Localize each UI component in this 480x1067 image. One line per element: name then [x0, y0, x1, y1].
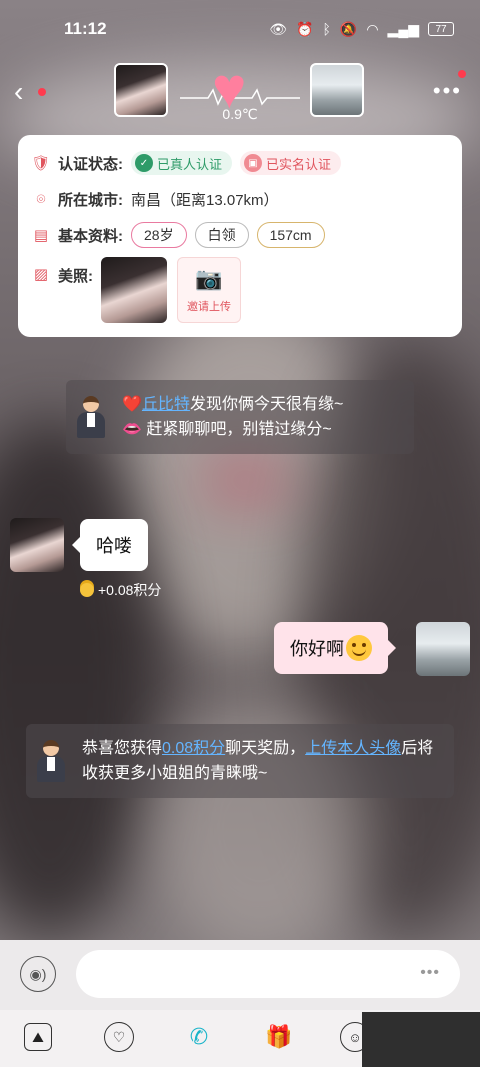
more-notification-dot [458, 70, 466, 78]
real-person-badge: ✓ 已真人认证 [131, 151, 233, 175]
age-tag: 28岁 [131, 222, 187, 248]
chat-header: ‹ ♥ 0.9℃ ••• [0, 58, 480, 130]
city-value: 南昌（距离13.07km） [131, 191, 279, 209]
overlay-block [362, 1012, 480, 1067]
intimacy-temperature: 0.9℃ [222, 106, 258, 122]
real-person-badge-label: 已真人认证 [157, 156, 223, 172]
profile-photo[interactable] [101, 257, 167, 323]
alarm-icon: ⏰ [296, 20, 314, 37]
points-link[interactable]: 0.08积分 [162, 740, 225, 757]
reward-message-text: 恭喜您获得0.08积分聊天奖励，上传本人头像后将收获更多小姐姐的青睐哦~ [82, 736, 444, 786]
incoming-message-bubble[interactable]: 哈喽 [72, 519, 148, 571]
basic-info-row: ▤ 基本资料: 28岁 白领 157cm [32, 217, 448, 253]
eye-icon: 👁 [269, 20, 288, 37]
occupation-tag: 白领 [194, 222, 249, 248]
back-notification-dot [38, 88, 46, 96]
like-icon[interactable]: ♡ [104, 1022, 134, 1052]
profile-info-card: 🛡 认证状态: ✓ 已真人认证 ▣ 已实名认证 ⌾ 所在城市: 南昌（距离13.… [18, 135, 462, 337]
battery-icon: 77 [428, 22, 454, 36]
partner-message-avatar[interactable] [10, 518, 64, 572]
heart-emoji: ❤️ [122, 396, 142, 413]
assistant-avatar-icon [76, 396, 106, 438]
id-card-icon: ▣ [244, 154, 263, 172]
more-options-icon[interactable]: ••• [433, 78, 462, 104]
invite-upload-button[interactable]: 📷 邀请上传 [177, 257, 241, 323]
battery-level: 77 [435, 23, 447, 35]
points-earned-text: +0.08积分 [98, 582, 162, 598]
status-bar: 11:12 👁 ⏰ ᛒ 🔕 ◠ ▂▄▆ 77 [0, 0, 480, 58]
cupid-message-text: ❤️丘比特发现你俩今天很有缘~ 👄 赶紧聊聊吧，别错过缘分~ [122, 392, 343, 442]
points-earned: +0.08积分 [80, 580, 161, 600]
status-icons: 👁 ⏰ ᛒ 🔕 ◠ ▂▄▆ 77 [269, 21, 454, 38]
video-call-icon[interactable]: ✆ [182, 1020, 216, 1054]
upload-avatar-link[interactable]: 上传本人头像 [305, 740, 401, 757]
height-tag: 157cm [256, 222, 325, 248]
face-verify-icon: ✓ [135, 154, 153, 172]
outgoing-message-text: 你好啊 [290, 639, 344, 659]
reward-middle: 聊天奖励， [225, 740, 306, 757]
wifi-icon: ◠ [366, 20, 379, 37]
my-message-avatar[interactable] [416, 622, 470, 676]
document-icon: ▤ [33, 227, 49, 244]
input-bar: ◉) ••• [0, 940, 480, 1010]
city-label: 所在城市: [58, 191, 123, 209]
real-name-badge-label: 已实名认证 [266, 156, 332, 172]
verification-label: 认证状态: [58, 155, 123, 173]
voice-input-icon[interactable]: ◉) [20, 956, 56, 992]
image-icon: ▨ [33, 266, 49, 283]
verification-row: 🛡 认证状态: ✓ 已真人认证 ▣ 已实名认证 [31, 145, 448, 181]
bluetooth-icon: ᛒ [322, 21, 331, 37]
city-row: ⌾ 所在城市: 南昌（距离13.07km） [32, 181, 448, 217]
status-time: 11:12 [64, 19, 107, 38]
intimacy-meter[interactable]: ♥ 0.9℃ [180, 60, 300, 130]
back-icon[interactable]: ‹ [14, 76, 23, 108]
cupid-line2-text: 👄 赶紧聊聊吧，别错过缘分~ [122, 421, 332, 438]
smiling-face-emoji [346, 635, 372, 661]
coin-icon [80, 583, 94, 597]
cupid-line1-text: 发现你俩今天很有缘~ [189, 396, 344, 413]
reward-system-message: 恭喜您获得0.08积分聊天奖励，上传本人头像后将收获更多小姐姐的青睐哦~ [26, 724, 454, 798]
shield-icon: 🛡 [31, 155, 51, 172]
cupid-link[interactable]: 丘比特 [142, 396, 190, 413]
cupid-system-message: ❤️丘比特发现你俩今天很有缘~ 👄 赶紧聊聊吧，别错过缘分~ [66, 380, 414, 454]
message-input[interactable] [76, 950, 460, 998]
assistant-avatar-icon [36, 740, 66, 782]
photos-label: 美照: [58, 268, 93, 285]
my-avatar[interactable] [310, 63, 364, 117]
signal-icon: ▂▄▆ [387, 20, 419, 37]
photos-row: ▨ 美照: 📷 邀请上传 [32, 257, 448, 323]
outgoing-message-bubble[interactable]: 你好啊 [274, 622, 396, 674]
real-name-badge: ▣ 已实名认证 [240, 151, 342, 175]
input-more-icon[interactable]: ••• [420, 964, 440, 982]
invite-upload-label: 邀请上传 [187, 301, 231, 313]
location-pin-icon: ⌾ [36, 190, 46, 208]
image-icon[interactable]: ⛰ [24, 1023, 52, 1051]
basic-info-label: 基本资料: [58, 227, 123, 245]
mute-icon: 🔕 [339, 20, 358, 37]
reward-prefix: 恭喜您获得 [82, 740, 163, 757]
gift-icon[interactable]: 🎁 [262, 1020, 296, 1054]
partner-avatar[interactable] [114, 63, 168, 117]
camera-plus-icon: 📷 [195, 266, 223, 291]
incoming-message-text: 哈喽 [96, 536, 132, 556]
